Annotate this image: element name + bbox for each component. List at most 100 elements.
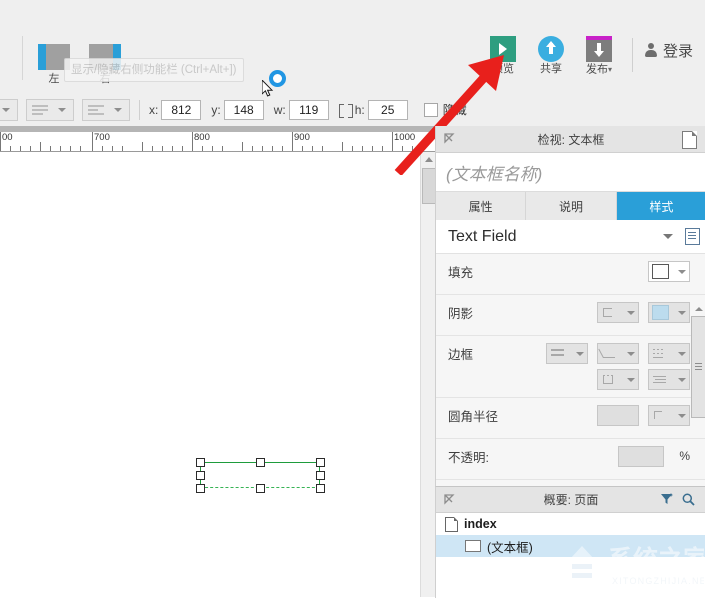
preview-play-icon — [489, 36, 516, 62]
resize-handle-se[interactable] — [316, 484, 325, 493]
resize-handle-s[interactable] — [256, 484, 265, 493]
preview-label: 预览 — [491, 63, 514, 75]
ruler-tick-label: 00 — [2, 132, 13, 143]
tab-notes[interactable]: 说明 — [526, 192, 617, 220]
preview-button[interactable]: 预览 — [479, 36, 527, 76]
page-icon — [445, 516, 458, 532]
shadow-label: 阴影 — [448, 307, 474, 321]
border-label: 边框 — [448, 348, 474, 362]
scroll-up-icon[interactable] — [421, 152, 436, 166]
widget-name-placeholder: (文本框名称) — [446, 164, 543, 184]
corner-radius-input[interactable] — [597, 405, 639, 426]
opacity-label: 不透明: — [448, 451, 489, 465]
arrow-style-dropdown[interactable] — [648, 369, 690, 390]
outer-shadow-dropdown[interactable] — [597, 302, 639, 323]
property-toolbar: x: 812 y: 148 w: 119 h: 25 隐藏 — [0, 93, 705, 127]
chevron-down-icon — [678, 377, 686, 382]
border-visibility-dropdown[interactable] — [597, 369, 639, 390]
login-button[interactable]: 登录 — [644, 40, 693, 61]
fill-label: 填充 — [448, 266, 474, 280]
border-sides-icon — [601, 373, 617, 386]
y-label: y: — [211, 102, 221, 117]
distribute-icon — [29, 103, 51, 117]
w-input[interactable]: 119 — [288, 99, 329, 120]
outline-item-label: index — [464, 517, 497, 531]
toolbar-divider — [139, 99, 140, 120]
filter-icon[interactable] — [660, 493, 674, 506]
horizontal-ruler: 00 700 800 900 1000 — [0, 126, 435, 152]
actions-divider — [631, 38, 633, 72]
inspector-tabs: 属性 说明 样式 — [436, 192, 705, 220]
widget-name-input[interactable]: (文本框名称) — [436, 153, 705, 192]
page-icon[interactable] — [682, 131, 697, 149]
chevron-down-icon — [58, 107, 66, 112]
lock-aspect-icon[interactable] — [338, 103, 353, 118]
ruler-tick-label: 1000 — [394, 132, 416, 143]
share-button[interactable]: 共享 — [527, 36, 575, 76]
distribute-dropdown[interactable] — [26, 98, 74, 121]
collapse-icon[interactable] — [444, 494, 456, 506]
fill-color-dropdown[interactable] — [648, 261, 690, 282]
border-row: 边框 — [436, 336, 705, 398]
scrollbar-thumb[interactable] — [422, 168, 436, 204]
w-label: w: — [273, 102, 286, 117]
chevron-down-icon[interactable] — [663, 234, 673, 239]
selected-text-field[interactable] — [196, 458, 325, 493]
x-label: x: — [149, 102, 159, 117]
resize-handle-e[interactable] — [316, 471, 325, 480]
line-color-icon — [550, 347, 566, 360]
widget-type-row[interactable]: Text Field — [436, 220, 705, 254]
corner-style-dropdown[interactable] — [648, 405, 690, 426]
chevron-down-icon: ▾ — [607, 65, 612, 74]
style-sheet-icon[interactable] — [685, 228, 700, 245]
shadow-color-dropdown[interactable] — [648, 302, 690, 323]
color-swatch-icon — [652, 264, 669, 279]
user-icon — [644, 43, 658, 58]
opacity-input[interactable] — [618, 446, 665, 467]
y-input[interactable]: 148 — [223, 99, 264, 120]
top-toolbar: 左 右 显示/隐藏右侧功能栏 (Ctrl+Alt+]) 预览 共享 — [0, 0, 705, 94]
tool-dropdown-0[interactable] — [0, 98, 18, 121]
scrollbar-grip — [695, 363, 702, 364]
resize-handle-ne[interactable] — [316, 458, 325, 467]
opacity-row: 不透明: % — [436, 439, 705, 480]
inspector-title: 检视: 文本框 — [537, 132, 605, 147]
publish-label-text: 发布 — [585, 63, 608, 76]
line-style-dropdown[interactable] — [648, 343, 690, 364]
align-dropdown[interactable] — [82, 98, 130, 121]
share-cloud-icon — [537, 36, 564, 62]
scrollbar-thumb[interactable] — [691, 316, 705, 418]
resize-handle-nw[interactable] — [196, 458, 205, 467]
tab-style[interactable]: 样式 — [616, 192, 705, 220]
publish-button[interactable]: 发布▾ — [575, 36, 623, 76]
ruler-tick-label: 800 — [194, 132, 210, 143]
border-width-dropdown[interactable] — [597, 343, 639, 364]
outline-item-textfield[interactable]: (文本框) — [436, 535, 705, 557]
outline-item-index[interactable]: index — [436, 513, 705, 535]
svg-text:XITONGZHIJIA.NET: XITONGZHIJIA.NET — [612, 576, 704, 586]
chevron-down-icon — [678, 413, 686, 418]
mouse-cursor-icon — [262, 80, 274, 98]
resize-handle-sw[interactable] — [196, 484, 205, 493]
dashed-line-icon — [652, 347, 668, 360]
toolbar-divider — [22, 36, 23, 80]
x-input[interactable]: 812 — [161, 99, 202, 120]
arrow-lines-icon — [652, 373, 668, 386]
chevron-down-icon — [627, 351, 635, 356]
h-input[interactable]: 25 — [367, 99, 408, 120]
collapse-icon[interactable] — [444, 133, 456, 145]
resize-handle-n[interactable] — [256, 458, 265, 467]
inspector-scroll-up-icon[interactable] — [692, 302, 705, 315]
tab-properties[interactable]: 属性 — [436, 192, 527, 220]
design-canvas[interactable] — [0, 152, 420, 597]
hide-checkbox[interactable] — [423, 102, 438, 117]
search-icon[interactable] — [682, 493, 695, 506]
canvas-vertical-scrollbar[interactable] — [420, 152, 436, 597]
ruler-strip: 00 700 800 900 1000 — [0, 132, 435, 152]
fill-row: 填充 — [436, 254, 705, 295]
border-color-dropdown[interactable] — [546, 343, 588, 364]
shadow-row: 阴影 — [436, 295, 705, 336]
resize-handle-w[interactable] — [196, 471, 205, 480]
h-label: h: — [354, 102, 365, 117]
outer-shadow-icon — [601, 306, 617, 319]
